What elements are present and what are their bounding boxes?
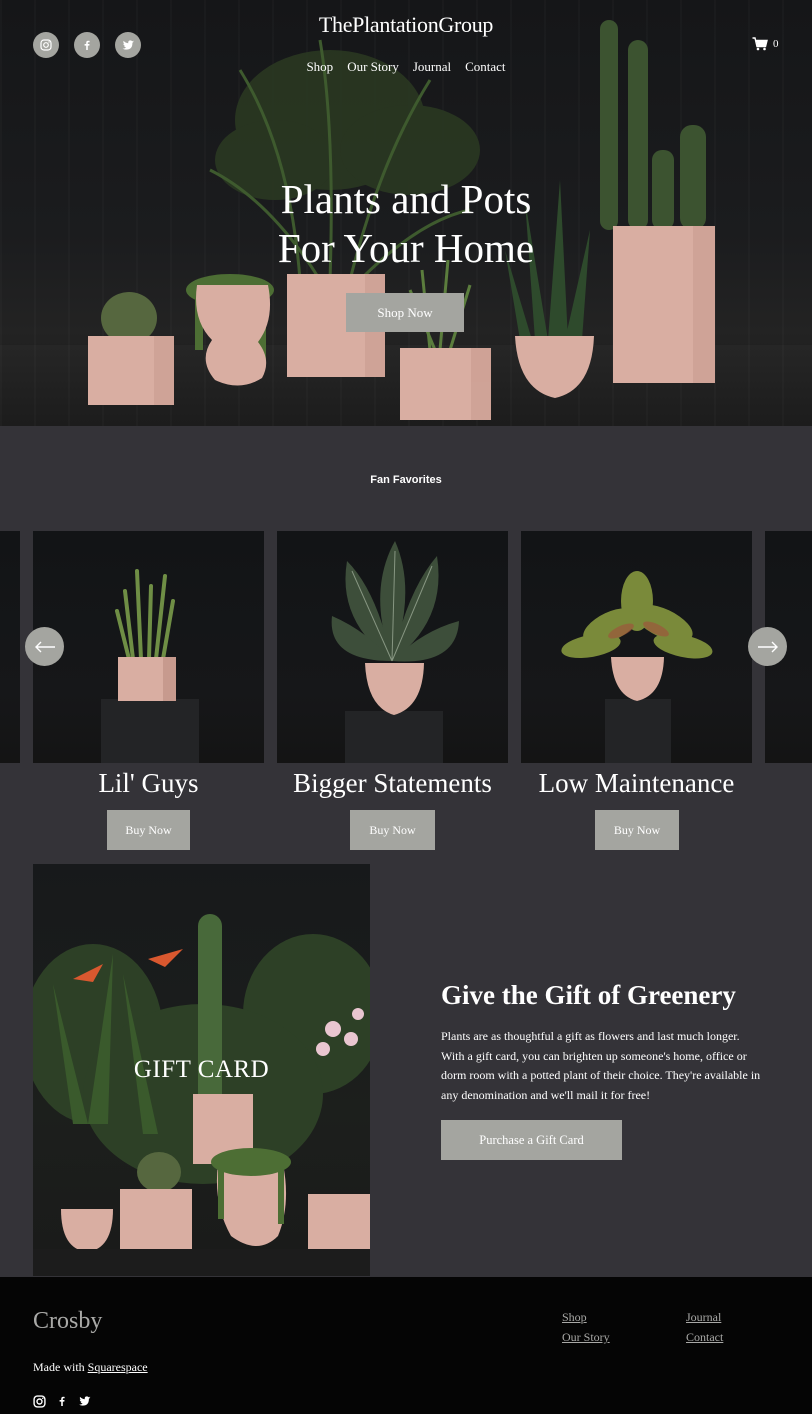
gift-card-image-label: GIFT CARD [133, 1056, 270, 1083]
site-footer: Crosby Made with Squarespace Shop Our St… [0, 1277, 812, 1414]
hero-section: ThePlantationGroup Shop Our Story Journa… [0, 0, 812, 426]
product-card-image-lil-guys[interactable] [33, 531, 264, 763]
product-card-image-bigger-statements[interactable] [277, 531, 508, 763]
facebook-icon [84, 40, 90, 50]
footer-logo[interactable]: Crosby [33, 1308, 102, 1335]
hero-title: Plants and Pots For Your Home [0, 175, 812, 273]
instagram-icon [40, 39, 52, 51]
nav-shop[interactable]: Shop [306, 59, 333, 75]
footer-link-journal[interactable]: Journal [686, 1310, 721, 1325]
nav-journal[interactable]: Journal [413, 59, 451, 75]
gift-card-image[interactable]: GIFT CARD [33, 864, 370, 1276]
fan-favorites-heading: Fan Favorites [370, 474, 442, 486]
bigger-statements-plant-image [331, 541, 459, 763]
footer-link-contact[interactable]: Contact [686, 1330, 723, 1345]
nav-contact[interactable]: Contact [465, 59, 505, 75]
twitter-icon[interactable] [78, 1395, 92, 1407]
gift-section-title: Give the Gift of Greenery [441, 980, 736, 1010]
product-card-image-low-maintenance[interactable] [521, 531, 752, 763]
lil-guys-plant-image [101, 569, 199, 763]
footer-link-shop[interactable]: Shop [562, 1310, 587, 1325]
nav-our-story[interactable]: Our Story [347, 59, 399, 75]
carousel-next-button[interactable] [748, 627, 787, 666]
footer-social-links [33, 1394, 92, 1408]
carousel-prev-peek [0, 531, 20, 763]
main-nav: Shop Our Story Journal Contact [0, 59, 812, 75]
buy-now-button-low-maintenance[interactable]: Buy Now [595, 810, 679, 850]
facebook-icon[interactable] [56, 1394, 68, 1408]
made-with-text: Made with Squarespace [33, 1360, 148, 1375]
carousel-prev-button[interactable] [25, 627, 64, 666]
squarespace-link[interactable]: Squarespace [88, 1360, 148, 1374]
hero-title-line1: Plants and Pots [280, 176, 532, 222]
twitter-icon [122, 40, 134, 50]
buy-now-button-lil-guys[interactable]: Buy Now [107, 810, 190, 850]
buy-now-button-bigger-statements[interactable]: Buy Now [350, 810, 435, 850]
cart-icon [752, 37, 768, 51]
instagram-icon[interactable] [33, 1394, 46, 1408]
footer-link-our-story[interactable]: Our Story [562, 1330, 610, 1345]
made-with-label: Made with [33, 1360, 85, 1374]
arrow-right-icon [757, 641, 778, 652]
site-logo[interactable]: ThePlantationGroup [0, 12, 812, 38]
purchase-gift-card-button[interactable]: Purchase a Gift Card [441, 1120, 622, 1160]
shop-now-button[interactable]: Shop Now [346, 293, 464, 332]
low-maintenance-plant-image [561, 571, 713, 763]
cart-button[interactable]: 0 [752, 37, 779, 51]
gift-section-body: Plants are as thoughtful a gift as flowe… [441, 1029, 761, 1102]
product-card-title-bigger-statements[interactable]: Bigger Statements [277, 768, 508, 799]
arrow-left-icon [34, 641, 55, 652]
hero-title-line2: For Your Home [277, 225, 535, 271]
cart-count: 0 [773, 38, 779, 50]
product-card-title-low-maintenance[interactable]: Low Maintenance [521, 768, 752, 799]
product-card-title-lil-guys[interactable]: Lil' Guys [33, 768, 264, 799]
